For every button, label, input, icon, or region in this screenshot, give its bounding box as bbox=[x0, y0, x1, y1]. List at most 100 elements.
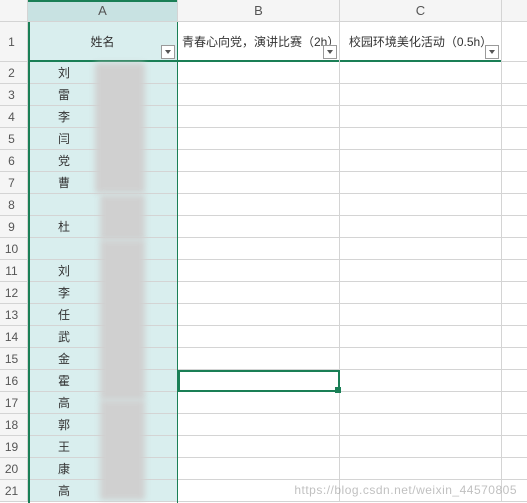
col-header-d[interactable] bbox=[502, 0, 527, 22]
cell-b16[interactable] bbox=[178, 370, 340, 392]
row-header-2[interactable]: 2 bbox=[0, 62, 28, 84]
row-header-21[interactable]: 21 bbox=[0, 480, 28, 502]
cell-b6[interactable] bbox=[178, 150, 340, 172]
cell-d6[interactable] bbox=[502, 150, 527, 172]
row-header-20[interactable]: 20 bbox=[0, 458, 28, 480]
cell-c8[interactable] bbox=[340, 194, 502, 216]
cell-d8[interactable] bbox=[502, 194, 527, 216]
row-header-19[interactable]: 19 bbox=[0, 436, 28, 458]
filter-dropdown-icon[interactable] bbox=[161, 45, 175, 59]
cell-b7[interactable] bbox=[178, 172, 340, 194]
cell-b13[interactable] bbox=[178, 304, 340, 326]
cell-b3[interactable] bbox=[178, 84, 340, 106]
cell-d3[interactable] bbox=[502, 84, 527, 106]
redaction-blur bbox=[100, 195, 145, 240]
header-text: 青春心向党，演讲比赛（2h） bbox=[182, 33, 335, 50]
cell-d7[interactable] bbox=[502, 172, 527, 194]
cell-c11[interactable] bbox=[340, 260, 502, 282]
cell-d5[interactable] bbox=[502, 128, 527, 150]
cell-c5[interactable] bbox=[340, 128, 502, 150]
row-header-4[interactable]: 4 bbox=[0, 106, 28, 128]
row-header-7[interactable]: 7 bbox=[0, 172, 28, 194]
col-header-a[interactable]: A bbox=[28, 0, 178, 22]
row-header-13[interactable]: 13 bbox=[0, 304, 28, 326]
row-header-16[interactable]: 16 bbox=[0, 370, 28, 392]
cell-c20[interactable] bbox=[340, 458, 502, 480]
cell-d20[interactable] bbox=[502, 458, 527, 480]
select-all-corner[interactable] bbox=[0, 0, 28, 22]
cell-d18[interactable] bbox=[502, 414, 527, 436]
cell-c19[interactable] bbox=[340, 436, 502, 458]
cell-c3[interactable] bbox=[340, 84, 502, 106]
cell-d4[interactable] bbox=[502, 106, 527, 128]
cell-d13[interactable] bbox=[502, 304, 527, 326]
filter-dropdown-icon[interactable] bbox=[323, 45, 337, 59]
cell-c21[interactable] bbox=[340, 480, 502, 502]
col-header-c[interactable]: C bbox=[340, 0, 502, 22]
row-header-12[interactable]: 12 bbox=[0, 282, 28, 304]
row-header-18[interactable]: 18 bbox=[0, 414, 28, 436]
cell-c4[interactable] bbox=[340, 106, 502, 128]
cell-b20[interactable] bbox=[178, 458, 340, 480]
row-header-5[interactable]: 5 bbox=[0, 128, 28, 150]
cell-c14[interactable] bbox=[340, 326, 502, 348]
cell-d1[interactable] bbox=[502, 22, 527, 62]
row-header-8[interactable]: 8 bbox=[0, 194, 28, 216]
cell-d2[interactable] bbox=[502, 62, 527, 84]
cell-c12[interactable] bbox=[340, 282, 502, 304]
cell-b9[interactable] bbox=[178, 216, 340, 238]
row-header-1[interactable]: 1 bbox=[0, 22, 28, 62]
cell-d15[interactable] bbox=[502, 348, 527, 370]
cell-c18[interactable] bbox=[340, 414, 502, 436]
row-header-3[interactable]: 3 bbox=[0, 84, 28, 106]
row-header-11[interactable]: 11 bbox=[0, 260, 28, 282]
cell-b18[interactable] bbox=[178, 414, 340, 436]
cell-b15[interactable] bbox=[178, 348, 340, 370]
cell-c16[interactable] bbox=[340, 370, 502, 392]
cell-b2[interactable] bbox=[178, 62, 340, 84]
cell-b17[interactable] bbox=[178, 392, 340, 414]
cell-b8[interactable] bbox=[178, 194, 340, 216]
row-header-17[interactable]: 17 bbox=[0, 392, 28, 414]
cell-d12[interactable] bbox=[502, 282, 527, 304]
cell-d16[interactable] bbox=[502, 370, 527, 392]
cell-d19[interactable] bbox=[502, 436, 527, 458]
filter-dropdown-icon[interactable] bbox=[485, 45, 499, 59]
cell-c7[interactable] bbox=[340, 172, 502, 194]
row-header-14[interactable]: 14 bbox=[0, 326, 28, 348]
cell-b14[interactable] bbox=[178, 326, 340, 348]
row-header-15[interactable]: 15 bbox=[0, 348, 28, 370]
col-header-label: C bbox=[416, 3, 425, 18]
cell-b19[interactable] bbox=[178, 436, 340, 458]
cell-c13[interactable] bbox=[340, 304, 502, 326]
cell-b21[interactable] bbox=[178, 480, 340, 502]
cell-b11[interactable] bbox=[178, 260, 340, 282]
col-header-b[interactable]: B bbox=[178, 0, 340, 22]
cell-c2[interactable] bbox=[340, 62, 502, 84]
cell-d21[interactable] bbox=[502, 480, 527, 502]
redaction-blur bbox=[100, 240, 145, 400]
cell-b5[interactable] bbox=[178, 128, 340, 150]
row-header-6[interactable]: 6 bbox=[0, 150, 28, 172]
row-header-10[interactable]: 10 bbox=[0, 238, 28, 260]
cell-b12[interactable] bbox=[178, 282, 340, 304]
row-header-9[interactable]: 9 bbox=[0, 216, 28, 238]
cell-c6[interactable] bbox=[340, 150, 502, 172]
cell-c15[interactable] bbox=[340, 348, 502, 370]
cell-d10[interactable] bbox=[502, 238, 527, 260]
cell-d9[interactable] bbox=[502, 216, 527, 238]
cell-c9[interactable] bbox=[340, 216, 502, 238]
cell-a1[interactable]: 姓名 bbox=[28, 22, 178, 62]
cell-d17[interactable] bbox=[502, 392, 527, 414]
redaction-blur bbox=[95, 63, 145, 193]
cell-c10[interactable] bbox=[340, 238, 502, 260]
cell-c17[interactable] bbox=[340, 392, 502, 414]
cell-d14[interactable] bbox=[502, 326, 527, 348]
cell-b4[interactable] bbox=[178, 106, 340, 128]
cell-b1[interactable]: 青春心向党，演讲比赛（2h） bbox=[178, 22, 340, 62]
header-text: 校园环境美化活动（0.5h） bbox=[349, 33, 492, 50]
cell-b10[interactable] bbox=[178, 238, 340, 260]
cell-c1[interactable]: 校园环境美化活动（0.5h） bbox=[340, 22, 502, 62]
column-selection-border bbox=[177, 22, 178, 503]
cell-d11[interactable] bbox=[502, 260, 527, 282]
